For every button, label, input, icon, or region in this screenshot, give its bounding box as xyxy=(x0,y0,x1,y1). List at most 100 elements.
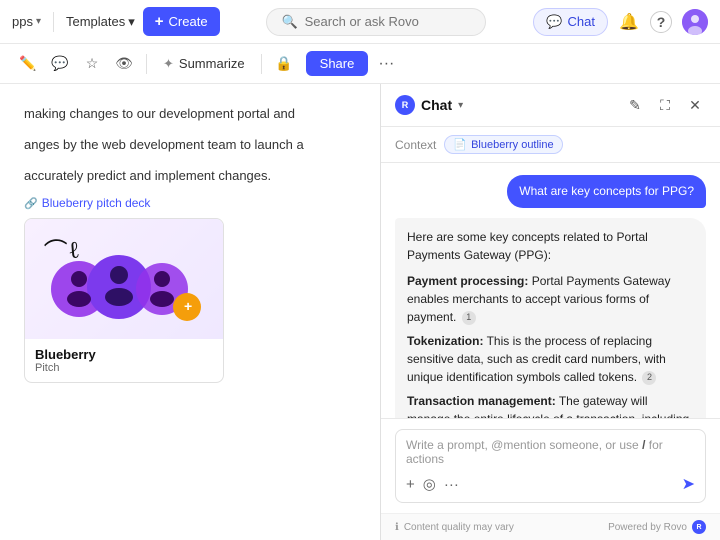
input-prefix: Write a prompt, @mention someone, or use xyxy=(406,438,639,452)
user-message: What are key concepts for PPG? xyxy=(395,175,706,208)
templates-menu[interactable]: Templates ▾ xyxy=(66,14,135,30)
summarize-button[interactable]: ✦ Summarize xyxy=(155,52,253,76)
doc-paragraph-2: anges by the web development team to lau… xyxy=(24,135,356,156)
lock-icon[interactable]: 🔒 xyxy=(270,50,298,78)
navbar-divider xyxy=(53,12,54,32)
toolbar-separator xyxy=(146,54,147,74)
pitch-deck-label: Blueberry pitch deck xyxy=(42,196,151,210)
ref-2: 2 xyxy=(642,371,656,385)
create-button[interactable]: + Create xyxy=(143,7,220,36)
plus-icon: + xyxy=(155,13,164,30)
chat-footer: ℹ Content quality may vary Powered by Ro… xyxy=(381,513,720,540)
ai-concept-2: Tokenization: This is the process of rep… xyxy=(407,332,694,386)
doc-paragraph-3: accurately predict and implement changes… xyxy=(24,166,356,187)
link-icon: 🔗 xyxy=(24,197,38,210)
context-chip-label: Blueberry outline xyxy=(471,139,554,151)
pitch-deck-link[interactable]: 🔗 Blueberry pitch deck xyxy=(24,196,356,210)
slash-icon: / xyxy=(642,438,649,452)
chat-dropdown-icon[interactable]: ▾ xyxy=(458,100,463,111)
pitch-card-image: ⌒ℓ + xyxy=(25,219,223,339)
pitch-card-subtitle: Pitch xyxy=(35,362,213,374)
new-chat-icon[interactable]: ✎ xyxy=(624,94,646,116)
chat-input-actions: + ◎ ··· ➤ xyxy=(406,474,695,494)
ai-concept-1: Payment processing: Portal Payments Gate… xyxy=(407,272,694,326)
chat-input-left-actions: + ◎ ··· xyxy=(406,475,459,493)
footer-powered: Powered by Rovo R xyxy=(608,520,706,534)
quality-label: Content quality may vary xyxy=(404,522,514,533)
search-input[interactable] xyxy=(305,14,465,29)
chat-input-area: Write a prompt, @mention someone, or use… xyxy=(381,418,720,513)
ref-1: 1 xyxy=(462,311,476,325)
chat-title: Chat xyxy=(421,97,452,113)
context-label: Context xyxy=(395,138,436,152)
concept3-title: Transaction management: xyxy=(407,394,556,408)
rovo-logo-icon: R xyxy=(395,95,415,115)
pitch-card-footer: Blueberry Pitch xyxy=(25,339,223,382)
navbar-left: pps ▾ Templates ▾ + Create xyxy=(12,7,220,36)
toolbar-separator-2 xyxy=(261,54,262,74)
concept1-title: Payment processing: xyxy=(407,274,528,288)
footer-quality: ℹ Content quality may vary xyxy=(395,522,514,533)
chat-button[interactable]: 💬 Chat xyxy=(533,8,608,36)
summarize-label: Summarize xyxy=(179,56,245,71)
navbar: pps ▾ Templates ▾ + Create 🔍 💬 Chat 🔔 ? xyxy=(0,0,720,44)
user-bubble: What are key concepts for PPG? xyxy=(507,175,706,208)
close-icon[interactable]: ✕ xyxy=(684,94,706,116)
ai-concept-3: Transaction management: The gateway will… xyxy=(407,392,694,418)
search-icon: 🔍 xyxy=(281,14,297,30)
chat-label: Chat xyxy=(568,14,595,29)
navbar-center: 🔍 xyxy=(220,8,534,36)
expand-icon[interactable]: ⛶ xyxy=(654,94,676,116)
edit-icon[interactable]: ✏️ xyxy=(14,50,42,78)
concept2-title: Tokenization: xyxy=(407,334,483,348)
blueberry-illustration: ⌒ℓ + xyxy=(44,229,204,329)
more-options-icon[interactable]: ··· xyxy=(372,50,400,78)
avatar-image xyxy=(682,9,708,35)
chat-input-box[interactable]: Write a prompt, @mention someone, or use… xyxy=(395,429,706,503)
rovo-footer-logo: R xyxy=(692,520,706,534)
svg-text:+: + xyxy=(184,298,192,314)
apps-menu[interactable]: pps ▾ xyxy=(12,14,41,29)
chat-header-left: R Chat ▾ xyxy=(395,95,463,115)
avatar[interactable] xyxy=(682,9,708,35)
share-button[interactable]: Share xyxy=(306,51,369,76)
main-content: making changes to our development portal… xyxy=(0,84,720,540)
powered-label: Powered by Rovo xyxy=(608,522,687,533)
search-bar[interactable]: 🔍 xyxy=(266,8,486,36)
templates-label: Templates xyxy=(66,14,125,29)
apps-label: pps xyxy=(12,14,33,29)
share-label: Share xyxy=(320,56,355,71)
document-text: making changes to our development portal… xyxy=(24,104,356,186)
context-chip[interactable]: 📄 Blueberry outline xyxy=(444,135,562,154)
chat-messages: What are key concepts for PPG? Here are … xyxy=(381,163,720,418)
comment-icon[interactable]: 💬 xyxy=(46,50,74,78)
add-action-icon[interactable]: + xyxy=(406,476,415,493)
star-icon[interactable]: ☆ xyxy=(78,50,106,78)
chat-header-right: ✎ ⛶ ✕ xyxy=(624,94,706,116)
emoji-icon[interactable]: ◎ xyxy=(423,475,436,493)
chat-panel: R Chat ▾ ✎ ⛶ ✕ Context 📄 Blueberry outli… xyxy=(380,84,720,540)
more-actions-icon[interactable]: ··· xyxy=(444,476,459,493)
apps-chevron-icon: ▾ xyxy=(36,16,41,27)
sparkle-icon: ✦ xyxy=(163,56,174,72)
document-toolbar: ✏️ 💬 ☆ 👁 ✦ Summarize 🔒 Share ··· xyxy=(0,44,720,84)
bell-icon[interactable]: 🔔 xyxy=(618,11,640,33)
create-label: Create xyxy=(169,14,208,29)
context-bar: Context 📄 Blueberry outline xyxy=(381,127,720,163)
context-chip-icon: 📄 xyxy=(453,138,467,151)
help-icon[interactable]: ? xyxy=(650,11,672,33)
send-button[interactable]: ➤ xyxy=(682,474,695,494)
navbar-right: 💬 Chat 🔔 ? xyxy=(533,8,708,36)
info-icon: ℹ xyxy=(395,522,399,533)
chat-input-placeholder: Write a prompt, @mention someone, or use… xyxy=(406,438,695,466)
pitch-card-title: Blueberry xyxy=(35,347,213,362)
signature: ⌒ℓ xyxy=(43,230,81,268)
ai-message: Here are some key concepts related to Po… xyxy=(395,218,706,418)
templates-chevron-icon: ▾ xyxy=(128,14,135,30)
document-panel: making changes to our development portal… xyxy=(0,84,380,540)
view-icon[interactable]: 👁 xyxy=(110,50,138,78)
pitch-card: ⌒ℓ + xyxy=(24,218,224,383)
ai-bubble: Here are some key concepts related to Po… xyxy=(395,218,706,418)
ai-intro: Here are some key concepts related to Po… xyxy=(407,228,694,264)
chat-icon: 💬 xyxy=(546,14,562,30)
